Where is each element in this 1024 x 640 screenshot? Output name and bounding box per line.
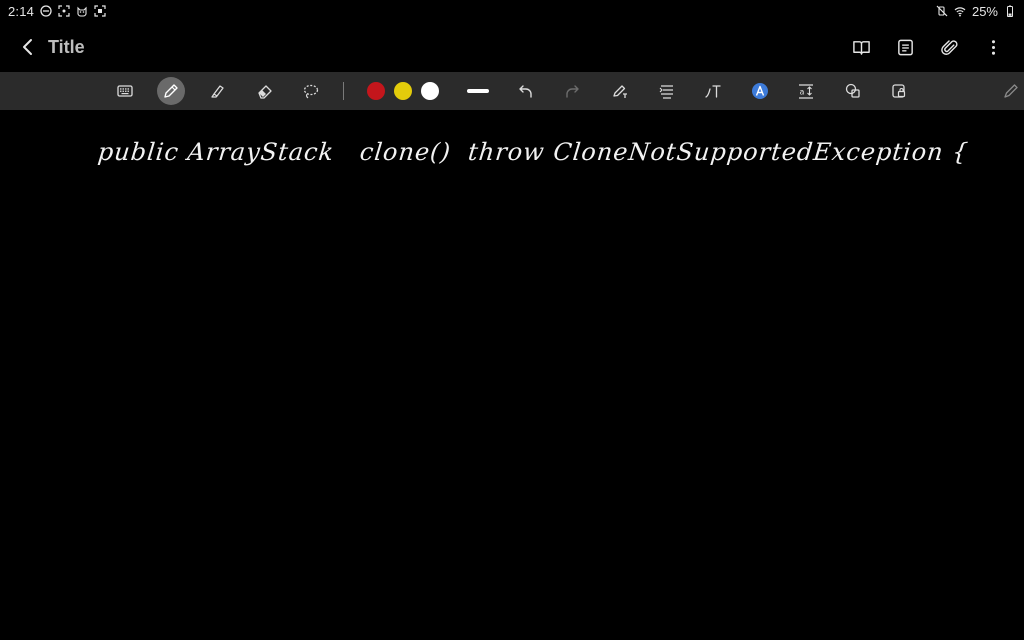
status-bar: 2:14 25% bbox=[0, 0, 1024, 22]
page-list-button[interactable] bbox=[890, 32, 920, 62]
do-not-disturb-icon bbox=[40, 5, 52, 17]
lock-tool[interactable] bbox=[885, 77, 913, 105]
highlighter-icon bbox=[211, 85, 224, 98]
more-vertical-icon bbox=[991, 39, 995, 55]
redo-icon bbox=[566, 85, 579, 98]
pen-icon bbox=[164, 84, 178, 98]
pencil-icon bbox=[1004, 84, 1018, 98]
screenshot-icon bbox=[58, 5, 70, 17]
pen-to-text-icon bbox=[613, 85, 627, 98]
eraser-tool[interactable] bbox=[251, 77, 279, 105]
attach-icon bbox=[940, 39, 957, 55]
keyboard-icon bbox=[117, 85, 133, 97]
screen-record-icon bbox=[94, 5, 106, 17]
shapes-icon bbox=[845, 83, 860, 98]
text-size-icon: a bbox=[799, 84, 813, 99]
more-options-button[interactable] bbox=[978, 32, 1008, 62]
attach-button[interactable] bbox=[934, 32, 964, 62]
pen-to-text-tool[interactable] bbox=[606, 77, 634, 105]
highlighter-tool[interactable] bbox=[204, 77, 232, 105]
back-button[interactable] bbox=[12, 31, 44, 63]
svg-text:a: a bbox=[800, 88, 805, 97]
status-right: 25% bbox=[936, 4, 1016, 19]
pen-settings-tool[interactable] bbox=[997, 77, 1024, 105]
lasso-tool[interactable] bbox=[297, 77, 325, 105]
book-view-icon bbox=[852, 40, 870, 55]
text-style-icon bbox=[752, 83, 768, 99]
wifi-icon bbox=[954, 5, 966, 17]
page-title[interactable]: Title bbox=[48, 37, 85, 58]
undo-icon bbox=[519, 85, 532, 98]
page-list-icon bbox=[897, 39, 913, 55]
header-actions bbox=[846, 32, 1012, 62]
battery-icon bbox=[1004, 5, 1016, 17]
handwritten-code-line: public ArrayStack clone() throw CloneNot… bbox=[96, 138, 971, 166]
app-header: Title bbox=[0, 22, 1024, 72]
battery-percent: 25% bbox=[971, 3, 998, 19]
handwriting-text-tool[interactable] bbox=[699, 77, 727, 105]
mute-vibrate-icon bbox=[936, 5, 948, 17]
drawing-toolbar: a bbox=[0, 72, 1024, 110]
color-swatch-yellow[interactable] bbox=[394, 82, 412, 100]
text-size-tool[interactable]: a bbox=[792, 77, 820, 105]
color-swatch-white[interactable] bbox=[421, 82, 439, 100]
text-align-tool[interactable] bbox=[653, 77, 681, 105]
lasso-icon bbox=[303, 84, 319, 99]
stroke-width-selector[interactable] bbox=[467, 89, 489, 93]
keyboard-tool[interactable] bbox=[111, 77, 139, 105]
chevron-left-icon bbox=[23, 39, 32, 55]
eraser-icon bbox=[258, 85, 272, 99]
text-style-tool[interactable] bbox=[746, 77, 774, 105]
cat-face-icon bbox=[76, 5, 88, 17]
text-align-icon bbox=[659, 85, 673, 99]
status-time: 2:14 bbox=[8, 3, 35, 19]
handwriting-text-icon bbox=[705, 85, 721, 98]
status-left: 2:14 bbox=[8, 4, 106, 19]
book-view-button[interactable] bbox=[846, 32, 876, 62]
lock-icon bbox=[892, 84, 906, 98]
undo-button[interactable] bbox=[511, 77, 539, 105]
redo-button[interactable] bbox=[559, 77, 587, 105]
pen-tool[interactable] bbox=[157, 77, 185, 105]
note-canvas[interactable]: public ArrayStack clone() throw CloneNot… bbox=[0, 110, 1024, 640]
screen: 2:14 25% Title a public ArrayStack clone… bbox=[0, 0, 1024, 640]
color-swatch-red[interactable] bbox=[367, 82, 385, 100]
shapes-tool[interactable] bbox=[839, 77, 867, 105]
toolbar-divider bbox=[343, 82, 344, 100]
